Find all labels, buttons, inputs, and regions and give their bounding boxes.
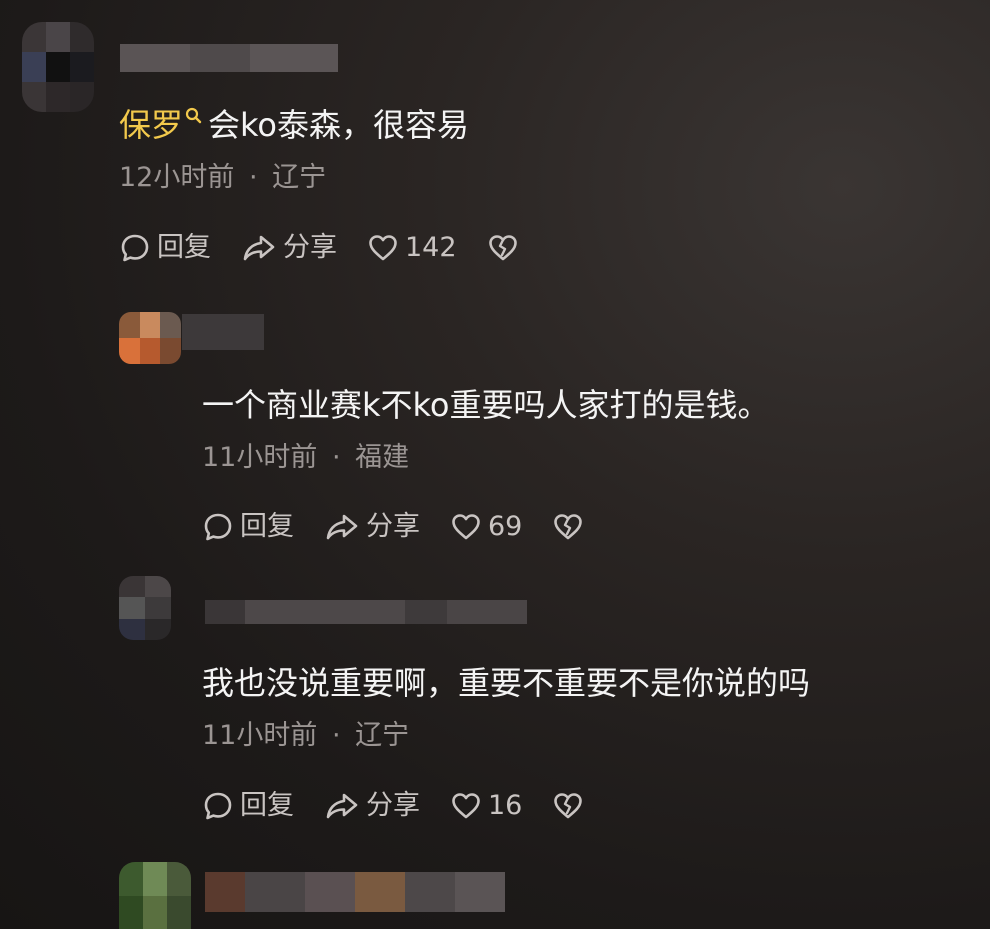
reply-label: 回复	[157, 232, 211, 263]
share-arrow-icon	[326, 514, 358, 540]
location: 辽宁	[355, 720, 410, 751]
meta-separator: ·	[331, 720, 341, 751]
meta-separator: ·	[248, 162, 258, 193]
comment-text: 保罗 会ko泰森，很容易	[119, 105, 469, 145]
comment-text: 我也没说重要啊，重要不重要不是你说的吗	[202, 664, 811, 702]
like-button[interactable]: 69	[450, 510, 522, 544]
like-count: 69	[488, 511, 523, 542]
avatar[interactable]	[119, 862, 191, 929]
reply-button[interactable]: 回复	[202, 510, 294, 544]
username-blurred[interactable]	[182, 314, 264, 350]
share-label: 分享	[283, 232, 337, 263]
share-label: 分享	[366, 790, 420, 821]
comment-bubble-icon	[204, 792, 232, 820]
timestamp: 11小时前	[202, 442, 318, 473]
comment-bubble-icon	[121, 234, 149, 262]
mention-link[interactable]: 保罗	[119, 106, 183, 144]
dislike-button[interactable]	[552, 790, 590, 822]
comment-bubble-icon	[204, 513, 232, 541]
timestamp: 11小时前	[202, 720, 318, 751]
search-icon[interactable]	[184, 105, 206, 133]
share-button[interactable]: 分享	[241, 231, 337, 265]
avatar[interactable]	[22, 22, 94, 112]
dislike-button[interactable]	[487, 232, 525, 264]
share-label: 分享	[366, 511, 420, 542]
avatar[interactable]	[119, 576, 171, 640]
avatar[interactable]	[119, 312, 181, 364]
username-blurred[interactable]	[205, 872, 505, 912]
reply-button[interactable]: 回复	[202, 789, 294, 823]
location: 福建	[355, 442, 410, 473]
like-button[interactable]: 142	[367, 231, 457, 265]
like-count: 16	[488, 790, 523, 821]
comment-meta: 12小时前 · 辽宁	[119, 161, 326, 195]
broken-heart-icon	[554, 514, 583, 540]
username-blurred[interactable]	[205, 600, 527, 624]
comment-meta: 11小时前 · 辽宁	[202, 719, 409, 753]
heart-icon	[369, 235, 397, 261]
share-button[interactable]: 分享	[324, 789, 420, 823]
comment-body: 会ko泰森，很容易	[208, 106, 469, 144]
broken-heart-icon	[554, 793, 583, 819]
comment-meta: 11小时前 · 福建	[202, 441, 409, 475]
share-arrow-icon	[326, 793, 358, 819]
comment-actions: 回复 分享 16	[202, 786, 620, 826]
heart-icon	[452, 514, 480, 540]
dislike-button[interactable]	[552, 511, 590, 543]
share-arrow-icon	[243, 235, 275, 261]
broken-heart-icon	[488, 235, 517, 261]
share-button[interactable]: 分享	[324, 510, 420, 544]
reply-button[interactable]: 回复	[119, 231, 211, 265]
reply-label: 回复	[240, 511, 294, 542]
comment-actions: 回复 分享 69	[202, 507, 620, 547]
comment-actions: 回复 分享 142	[119, 228, 555, 268]
username-blurred[interactable]	[120, 44, 338, 72]
location: 辽宁	[272, 162, 327, 193]
like-count: 142	[405, 232, 457, 263]
heart-icon	[452, 793, 480, 819]
timestamp: 12小时前	[119, 162, 235, 193]
like-button[interactable]: 16	[450, 789, 522, 823]
reply-label: 回复	[240, 790, 294, 821]
meta-separator: ·	[331, 442, 341, 473]
comment-text: 一个商业赛k不ko重要吗人家打的是钱。	[202, 386, 770, 424]
